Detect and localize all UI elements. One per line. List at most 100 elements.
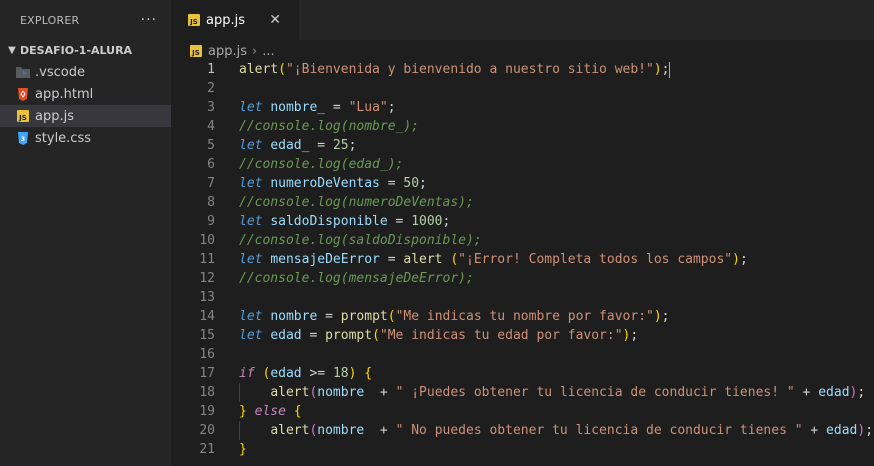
code-token: if — [239, 366, 255, 381]
code-line[interactable]: if (edad >= 18) { — [239, 364, 874, 383]
code-token: saldoDisponible — [270, 214, 388, 229]
code-token: edad — [270, 366, 302, 381]
code-line[interactable]: } — [239, 440, 874, 459]
code-token: let — [239, 309, 263, 324]
js-file-icon: JS — [185, 12, 203, 28]
line-number-gutter: 1 2 3 4 5 6 7 8 9 10 11 12 13 14 15 16 17 18 19 20 21 — [171, 60, 215, 459]
code-token: + — [794, 385, 819, 400]
code-token: = — [301, 328, 326, 343]
code-line[interactable]: let edad_ = 25; — [239, 136, 874, 155]
line-number: 13 — [199, 290, 215, 305]
code-token: ( — [387, 309, 396, 324]
code-token: = — [379, 252, 404, 267]
code-content[interactable]: alert("¡Bienvenida y bienvenido a nuestr… — [239, 60, 874, 459]
line-number: 2 — [207, 81, 215, 96]
code-token: let — [239, 214, 263, 229]
line-number: 11 — [199, 252, 215, 267]
code-token: "Me indicas tu nombre por favor:" — [395, 309, 654, 324]
code-line[interactable] — [239, 345, 874, 364]
code-line[interactable]: alert(nombre + " ¡Puedes obtener tu lice… — [239, 383, 874, 402]
line-number: 3 — [207, 100, 215, 115]
chevron-right-icon: › — [252, 43, 258, 59]
code-token: = — [317, 309, 341, 324]
file-item-app-html[interactable]: app.html — [0, 83, 171, 105]
code-token: ; — [630, 328, 639, 343]
line-number: 21 — [199, 442, 215, 457]
code-token: 50 — [403, 176, 420, 191]
code-token: ; — [857, 385, 866, 400]
breadcrumb-file[interactable]: app.js — [208, 44, 247, 59]
code-token: nombre — [317, 423, 365, 438]
code-token: + — [364, 385, 396, 400]
code-line[interactable]: let mensajeDeError = alert ("¡Error! Com… — [239, 250, 874, 269]
code-line[interactable]: let edad = prompt("Me indicas tu edad po… — [239, 326, 874, 345]
code-token: " No puedes obtener tu licencia de condu… — [395, 423, 803, 438]
code-token: nombre — [270, 309, 318, 324]
file-item-vscode[interactable]: .vscode — [0, 61, 171, 83]
more-actions-icon[interactable]: ··· — [141, 12, 157, 28]
folder-desafio-1-alura[interactable]: ▼ DESAFIO-1-ALURA — [0, 39, 171, 61]
code-line[interactable]: let numeroDeVentas = 50; — [239, 174, 874, 193]
line-number: 9 — [207, 214, 215, 229]
line-number: 6 — [207, 157, 215, 172]
code-line[interactable]: //console.log(nombre_); — [239, 117, 874, 136]
code-line[interactable]: //console.log(edad_); — [239, 155, 874, 174]
code-token: ) — [653, 62, 662, 77]
line-number: 7 — [207, 176, 215, 191]
code-token: ; — [865, 423, 874, 438]
code-token: { — [293, 404, 302, 419]
code-line[interactable]: } else { — [239, 402, 874, 421]
tab-app-js[interactable]: JS app.js ✕ — [171, 0, 299, 40]
tab-label: app.js — [206, 12, 245, 28]
code-line[interactable] — [239, 79, 874, 98]
code-editor[interactable]: 1 2 3 4 5 6 7 8 9 10 11 12 13 14 15 16 17 18 19 20 21 alert(… — [171, 60, 874, 466]
file-name: app.js — [35, 108, 74, 124]
code-token: prompt — [340, 309, 388, 324]
code-token: >= — [301, 366, 333, 381]
line-number: 16 — [199, 347, 215, 362]
code-token: } — [239, 404, 247, 419]
close-icon[interactable]: ✕ — [269, 12, 281, 28]
code-line[interactable]: let nombre = prompt("Me indicas tu nombr… — [239, 307, 874, 326]
code-token: let — [239, 252, 263, 267]
line-number: 1 — [207, 62, 215, 77]
breadcrumb-more[interactable]: ... — [262, 44, 274, 59]
html-file-icon — [14, 86, 32, 102]
code-line[interactable]: //console.log(saldoDisponible); — [239, 231, 874, 250]
code-token: + — [802, 423, 827, 438]
line-number: 17 — [199, 366, 215, 381]
code-line[interactable]: //console.log(numeroDeVentas); — [239, 193, 874, 212]
code-line[interactable]: alert(nombre + " No puedes obtener tu li… — [239, 421, 874, 440]
code-token: ; — [739, 252, 748, 267]
line-number: 10 — [199, 233, 215, 248]
code-token: "¡Bienvenida y bienvenido a nuestro siti… — [285, 62, 654, 77]
code-token: edad — [818, 385, 850, 400]
code-token: "Me indicas tu edad por favor:" — [379, 328, 623, 343]
folder-name: DESAFIO-1-ALURA — [20, 43, 133, 57]
code-token: nombre_ — [270, 100, 326, 115]
code-line[interactable]: //console.log(mensajeDeError); — [239, 269, 874, 288]
code-token: mensajeDeError — [270, 252, 380, 267]
code-token: "Lua" — [348, 100, 388, 115]
code-token: let — [239, 176, 263, 191]
file-name: .vscode — [35, 64, 85, 80]
line-number: 20 — [199, 423, 215, 438]
code-line[interactable] — [239, 288, 874, 307]
code-token: //console.log(numeroDeVentas); — [239, 195, 474, 210]
code-token: } — [239, 442, 247, 457]
file-item-app-js[interactable]: JS app.js — [0, 105, 171, 127]
code-token: = — [309, 138, 333, 153]
code-token: ) — [732, 252, 740, 267]
code-token: else — [254, 404, 286, 419]
code-line[interactable]: let saldoDisponible = 1000; — [239, 212, 874, 231]
code-token: { — [364, 366, 373, 381]
line-number: 14 — [199, 309, 215, 324]
file-item-style-css[interactable]: 3 style.css — [0, 127, 171, 149]
explorer-title: EXPLORER — [20, 13, 80, 27]
code-line[interactable]: let nombre_ = "Lua"; — [239, 98, 874, 117]
code-line[interactable]: alert("¡Bienvenida y bienvenido a nuestr… — [239, 60, 874, 79]
explorer-sidebar: EXPLORER ··· ▼ DESAFIO-1-ALURA .vscode ap… — [0, 0, 171, 466]
chevron-down-icon: ▼ — [8, 44, 16, 56]
